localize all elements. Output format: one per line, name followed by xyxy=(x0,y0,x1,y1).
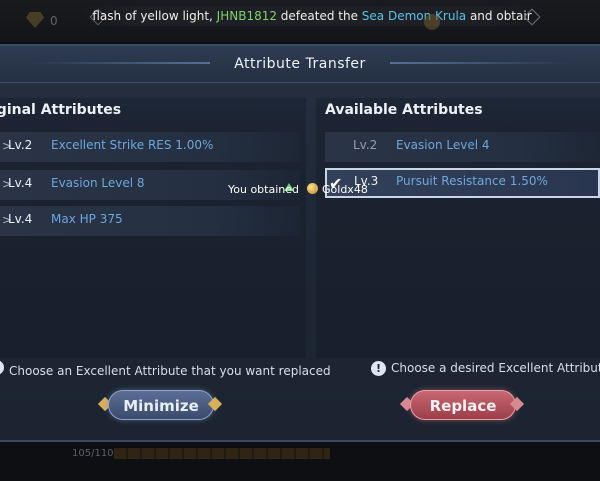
top-hud: 0 flash of yellow light, JHNB1812 defeat… xyxy=(0,0,600,42)
attribute-name: Evasion Level 8 xyxy=(51,176,145,190)
gem-count: 0 xyxy=(50,14,58,28)
attribute-name: Pursuit Resistance 1.50% xyxy=(396,174,548,188)
world-announcement-ticker: flash of yellow light, JHNB1812 defeated… xyxy=(82,6,542,26)
toast-item: Goldx48 xyxy=(322,183,368,196)
info-icon xyxy=(0,360,4,375)
attribute-name: Evasion Level 4 xyxy=(396,138,490,152)
attribute-transfer-dialog: Attribute Transfer iginal Attributes Ava… xyxy=(0,44,600,442)
gold-coin-icon xyxy=(424,14,440,30)
attribute-level: Lv.2 xyxy=(8,138,33,152)
hp-value: 105/110 xyxy=(72,448,114,459)
attribute-name: Max HP 375 xyxy=(51,212,123,226)
title-ornament-left xyxy=(30,62,210,64)
dialog-title-bar: Attribute Transfer xyxy=(0,46,600,83)
original-attribute-row[interactable]: > Lv.4 Max HP 375 xyxy=(0,206,300,236)
item-obtained-toast: You obtained Goldx48 xyxy=(228,183,368,196)
dialog-title: Attribute Transfer xyxy=(234,56,366,72)
attribute-level: Lv.4 xyxy=(8,176,33,190)
ticker-player-name: JHNB1812 xyxy=(216,9,277,23)
gem-icon xyxy=(26,12,44,28)
choose-hint: ! Choose a desired Excellent Attributes xyxy=(371,361,600,376)
attribute-level: Lv.4 xyxy=(8,212,33,226)
gold-coin-icon xyxy=(307,183,319,194)
toast-text: You obtained xyxy=(228,183,300,196)
attribute-name: Excellent Strike RES 1.00% xyxy=(51,138,214,152)
info-icon: ! xyxy=(371,361,386,376)
replace-button[interactable]: Replace xyxy=(410,390,516,420)
attribute-level: Lv.2 xyxy=(353,138,378,152)
replace-hint: Choose an Excellent Attribute that you w… xyxy=(0,360,331,378)
original-attribute-row[interactable]: > Lv.2 Excellent Strike RES 1.00% xyxy=(0,132,300,162)
ticker-monster-name: Sea Demon Krula xyxy=(361,9,467,23)
available-attributes-heading: Available Attributes xyxy=(325,102,483,118)
hp-bar xyxy=(114,448,330,459)
minimize-button[interactable]: Minimize xyxy=(108,390,214,420)
available-attribute-row[interactable]: Lv.2 Evasion Level 4 xyxy=(325,132,600,162)
original-attributes-heading: iginal Attributes xyxy=(0,102,122,118)
title-ornament-right xyxy=(390,62,570,64)
